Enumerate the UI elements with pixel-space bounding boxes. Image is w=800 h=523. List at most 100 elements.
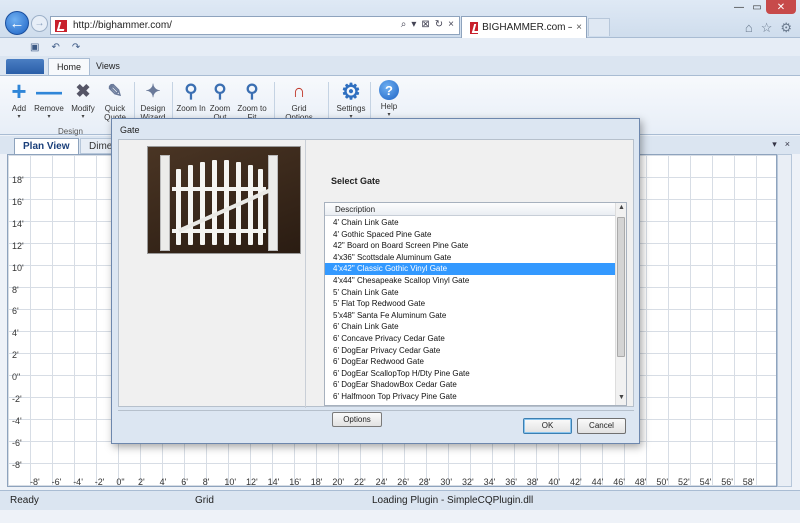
design-group-label: Design	[58, 127, 83, 136]
y-axis-label: 12'	[12, 240, 24, 251]
options-button[interactable]: Options	[332, 412, 382, 427]
stop-icon[interactable]: ×	[448, 19, 454, 30]
zoom-out-button[interactable]: ⚲ Zoom Out	[203, 80, 237, 123]
list-item[interactable]: 4' Chain Link Gate	[325, 217, 616, 229]
gate-list-items: 4' Chain Link Gate 4' Gothic Spaced Pine …	[325, 217, 616, 403]
favorites-icon[interactable]: ☆	[761, 20, 773, 36]
address-text[interactable]: http://bighammer.com/	[73, 20, 172, 31]
remove-button[interactable]: — Remove ▾	[32, 78, 66, 122]
scroll-thumb[interactable]	[617, 217, 625, 357]
minimize-button[interactable]: —	[730, 0, 748, 14]
status-grid: Grid	[195, 495, 214, 506]
x-axis-label: 22'	[354, 477, 366, 487]
add-button[interactable]: + Add ▾	[2, 78, 36, 122]
address-actions: ⌕ ▾ ⊠ ↻ ×	[401, 19, 454, 30]
gate-picket	[224, 160, 229, 245]
help-button[interactable]: ? Help ▾	[372, 80, 406, 120]
back-button[interactable]: ←	[5, 11, 29, 35]
tab-plan-view[interactable]: Plan View	[14, 138, 79, 154]
undo-icon[interactable]: ↶	[51, 42, 59, 53]
list-item[interactable]: 4'x44" Chesapeake Scallop Vinyl Gate	[325, 275, 616, 287]
list-item[interactable]: 5' Flat Top Redwood Gate	[325, 298, 616, 310]
cancel-button[interactable]: Cancel	[577, 418, 626, 434]
x-axis-label: -2'	[94, 477, 105, 487]
x-axis-label: 24'	[375, 477, 388, 487]
gate-picket	[212, 160, 217, 245]
list-item[interactable]: 6' DogEar ScallopTop H/Dty Pine Gate	[325, 368, 616, 380]
scroll-up-icon[interactable]: ▲	[618, 204, 625, 211]
grid-options-button[interactable]: ∩ Grid Options	[282, 80, 316, 123]
settings-gear-icon[interactable]: ⚙	[780, 20, 792, 36]
x-axis-label: 10'	[224, 477, 237, 487]
gate-list-scrollbar[interactable]: ▲ ▼	[615, 203, 626, 405]
settings-button[interactable]: ⚙ Settings ▾	[334, 80, 368, 122]
list-item[interactable]: 6' DogEar Privacy Cedar Gate	[325, 345, 616, 357]
chevron-down-icon: ▾	[17, 114, 21, 120]
description-column-header[interactable]: Description	[325, 203, 616, 216]
list-item[interactable]: 6' Concave Privacy Cedar Gate	[325, 333, 616, 345]
modify-button[interactable]: ✖ Modify ▾	[66, 80, 100, 122]
tab-favicon-icon	[470, 21, 479, 34]
x-axis-label: 48'	[634, 477, 647, 487]
x-axis-label: 14'	[267, 477, 280, 487]
x-axis-label: 30'	[440, 477, 453, 487]
list-item[interactable]: 6' DogEar Redwood Gate	[325, 356, 616, 368]
tab-list-icon[interactable]: ▾	[772, 139, 777, 150]
zoom-in-icon: ⚲	[184, 80, 198, 101]
redo-icon[interactable]: ↷	[72, 42, 80, 53]
y-axis-label: 18'	[12, 175, 24, 185]
tab-close-icon[interactable]: ×	[576, 22, 582, 33]
list-item[interactable]: 5'x48" Santa Fe Aluminum Gate	[325, 310, 616, 322]
window-controls: — ▭ ✕	[730, 0, 796, 14]
quick-quote-button[interactable]: ✎ Quick Quote	[98, 80, 132, 123]
select-gate-heading: Select Gate	[331, 176, 381, 186]
save-icon[interactable]: ▣	[30, 42, 39, 53]
x-axis-label: 26'	[397, 477, 409, 487]
gate-post-left	[160, 155, 170, 251]
dropdown-icon[interactable]: ▾	[411, 19, 416, 30]
help-icon: ?	[379, 80, 399, 100]
maximize-button[interactable]: ▭	[748, 0, 766, 14]
list-item[interactable]: 5' Chain Link Gate	[325, 287, 616, 299]
scroll-down-icon[interactable]: ▼	[618, 394, 625, 401]
x-axis-label: 40'	[548, 477, 561, 487]
gate-post-right	[268, 155, 278, 251]
x-axis-label: 0"	[116, 477, 125, 487]
x-axis-label: 2'	[138, 477, 145, 487]
x-axis-label: 44'	[591, 477, 604, 487]
x-axis-label: -4'	[73, 477, 83, 487]
close-document-icon[interactable]: ×	[785, 139, 790, 150]
list-item[interactable]: 6' Halfmoon Top Privacy Pine Gate	[325, 391, 616, 403]
tab-views[interactable]: Views	[88, 58, 128, 75]
design-wizard-button[interactable]: ✦ Design Wizard	[136, 80, 170, 123]
x-axis-label: 58'	[742, 477, 755, 487]
refresh-icon[interactable]: ↻	[435, 19, 443, 30]
gate-list[interactable]: Description 4' Chain Link Gate 4' Gothic …	[324, 202, 627, 406]
vertical-scrollbar[interactable]	[777, 154, 792, 487]
quick-quote-icon: ✎	[107, 80, 123, 101]
home-icon[interactable]: ⌂	[745, 20, 753, 36]
y-axis-label: 8'	[12, 284, 19, 295]
address-bar[interactable]: http://bighammer.com/ ⌕ ▾ ⊠ ↻ ×	[50, 16, 460, 35]
list-item[interactable]: 42" Board on Board Screen Pine Gate	[325, 240, 616, 252]
tab-home[interactable]: Home	[48, 58, 91, 75]
list-item[interactable]: 4'x36" Scottsdale Aluminum Gate	[325, 252, 616, 264]
gate-picket	[176, 169, 181, 245]
ok-button[interactable]: OK	[523, 418, 572, 434]
compat-view-icon[interactable]: ⊠	[421, 19, 429, 30]
gear-icon: ⚙	[341, 78, 361, 104]
x-axis-label: 52'	[678, 477, 690, 487]
zoom-fit-icon: ⚲	[245, 80, 259, 101]
application-menu-button[interactable]	[6, 59, 44, 74]
search-icon[interactable]: ⌕	[401, 19, 407, 30]
browser-tab[interactable]: BIGHAMMER.com – Big Ha... ×	[461, 16, 587, 38]
list-item[interactable]: 4' Gothic Spaced Pine Gate	[325, 229, 616, 241]
list-item[interactable]: 4'x42" Classic Gothic Vinyl Gate	[325, 263, 616, 275]
close-window-button[interactable]: ✕	[766, 0, 796, 14]
list-item[interactable]: 6' DogEar ShadowBox Cedar Gate	[325, 379, 616, 391]
x-axis-label: 8'	[202, 477, 210, 487]
new-tab-button[interactable]	[588, 18, 610, 36]
forward-button[interactable]: →	[31, 15, 48, 32]
list-item[interactable]: 6' Chain Link Gate	[325, 321, 616, 333]
zoom-to-fit-button[interactable]: ⚲ Zoom to Fit	[235, 80, 269, 123]
